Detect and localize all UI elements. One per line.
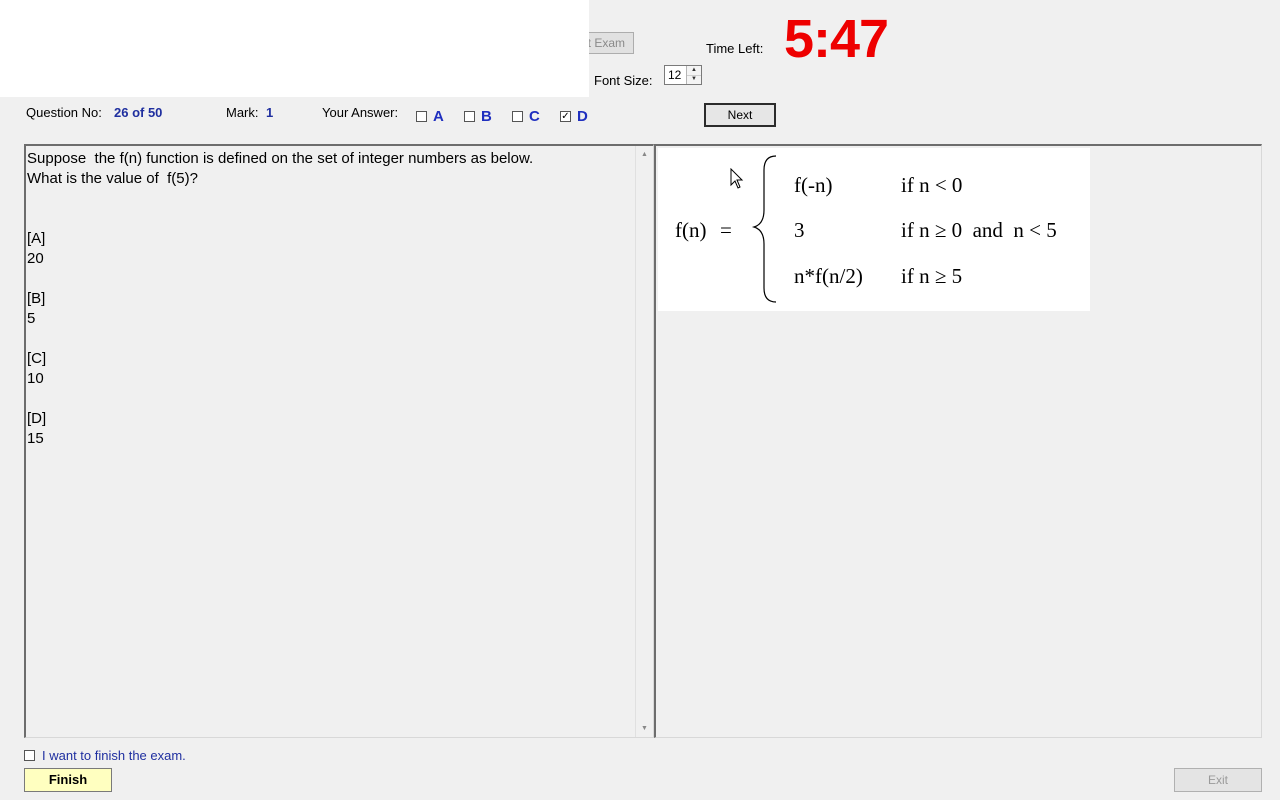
font-size-value: 12: [668, 68, 682, 82]
font-size-spinner[interactable]: 12 ▲ ▼: [664, 65, 702, 85]
case-2-expr: 3: [794, 218, 805, 242]
answer-checkbox-b[interactable]: [464, 110, 475, 122]
vertical-scrollbar[interactable]: ▲ ▼: [635, 146, 653, 737]
question-no-label: Question No:: [26, 105, 102, 120]
question-image-pane: f(n) = f(-n) if n < 0 3 if n ≥ 0 and n <…: [654, 144, 1262, 738]
case-3-cond: if n ≥ 5: [901, 264, 962, 288]
case-2-cond: if n ≥ 0 and n < 5: [901, 218, 1057, 242]
answer-checkbox-a[interactable]: [416, 110, 427, 122]
scroll-down-arrow-icon[interactable]: ▼: [636, 720, 653, 737]
answer-checkbox-d[interactable]: ✓: [560, 110, 571, 122]
mouse-pointer-icon: [730, 168, 744, 189]
answer-checkbox-c[interactable]: [512, 110, 523, 122]
answer-letter-b: B: [481, 107, 492, 125]
answer-letter-c: C: [529, 107, 540, 125]
case-1-cond: if n < 0: [901, 173, 962, 197]
answer-option-b[interactable]: B: [464, 107, 492, 125]
question-text-pane[interactable]: Suppose the f(n) function is defined on …: [24, 144, 654, 738]
formula-image: f(n) = f(-n) if n < 0 3 if n ≥ 0 and n <…: [658, 148, 1090, 311]
answer-option-d[interactable]: ✓ D: [560, 107, 588, 125]
formula-lhs: f(n): [675, 218, 706, 242]
countdown-timer: 5:47: [784, 9, 889, 69]
mark-value: 1: [266, 105, 274, 120]
finish-button[interactable]: Finish: [24, 768, 112, 792]
question-no-value: 26 of 50: [114, 105, 163, 120]
chevron-down-icon[interactable]: ▼: [687, 75, 701, 84]
exit-button: Exit: [1174, 768, 1262, 792]
your-answer-label: Your Answer:: [322, 105, 399, 120]
finish-exam-checkbox-label[interactable]: I want to finish the exam.: [42, 748, 186, 763]
answer-letter-a: A: [433, 107, 444, 125]
question-text: Suppose the f(n) function is defined on …: [27, 150, 534, 447]
formula-equals: =: [720, 218, 732, 242]
case-3-expr: n*f(n/2): [794, 264, 863, 288]
left-brace-icon: [751, 155, 777, 303]
checkmark-icon: ✓: [561, 110, 570, 122]
white-overlay-area: [0, 0, 589, 97]
answer-option-a[interactable]: A: [416, 107, 444, 125]
scroll-up-arrow-icon[interactable]: ▲: [636, 146, 653, 163]
mark-label: Mark:: [226, 105, 259, 120]
formula-svg: f(n) = f(-n) if n < 0 3 if n ≥ 0 and n <…: [675, 155, 1057, 303]
case-1-expr: f(-n): [794, 173, 832, 197]
finish-exam-checkbox[interactable]: [24, 749, 35, 761]
time-left-label: Time Left:: [706, 41, 764, 56]
spinner-buttons: ▲ ▼: [686, 66, 701, 84]
answer-option-c[interactable]: C: [512, 107, 540, 125]
next-button[interactable]: Next: [704, 103, 776, 127]
finish-exam-checkbox-row[interactable]: I want to finish the exam.: [24, 747, 186, 763]
font-size-label: Font Size:: [594, 73, 653, 88]
answer-letter-d: D: [577, 107, 588, 125]
